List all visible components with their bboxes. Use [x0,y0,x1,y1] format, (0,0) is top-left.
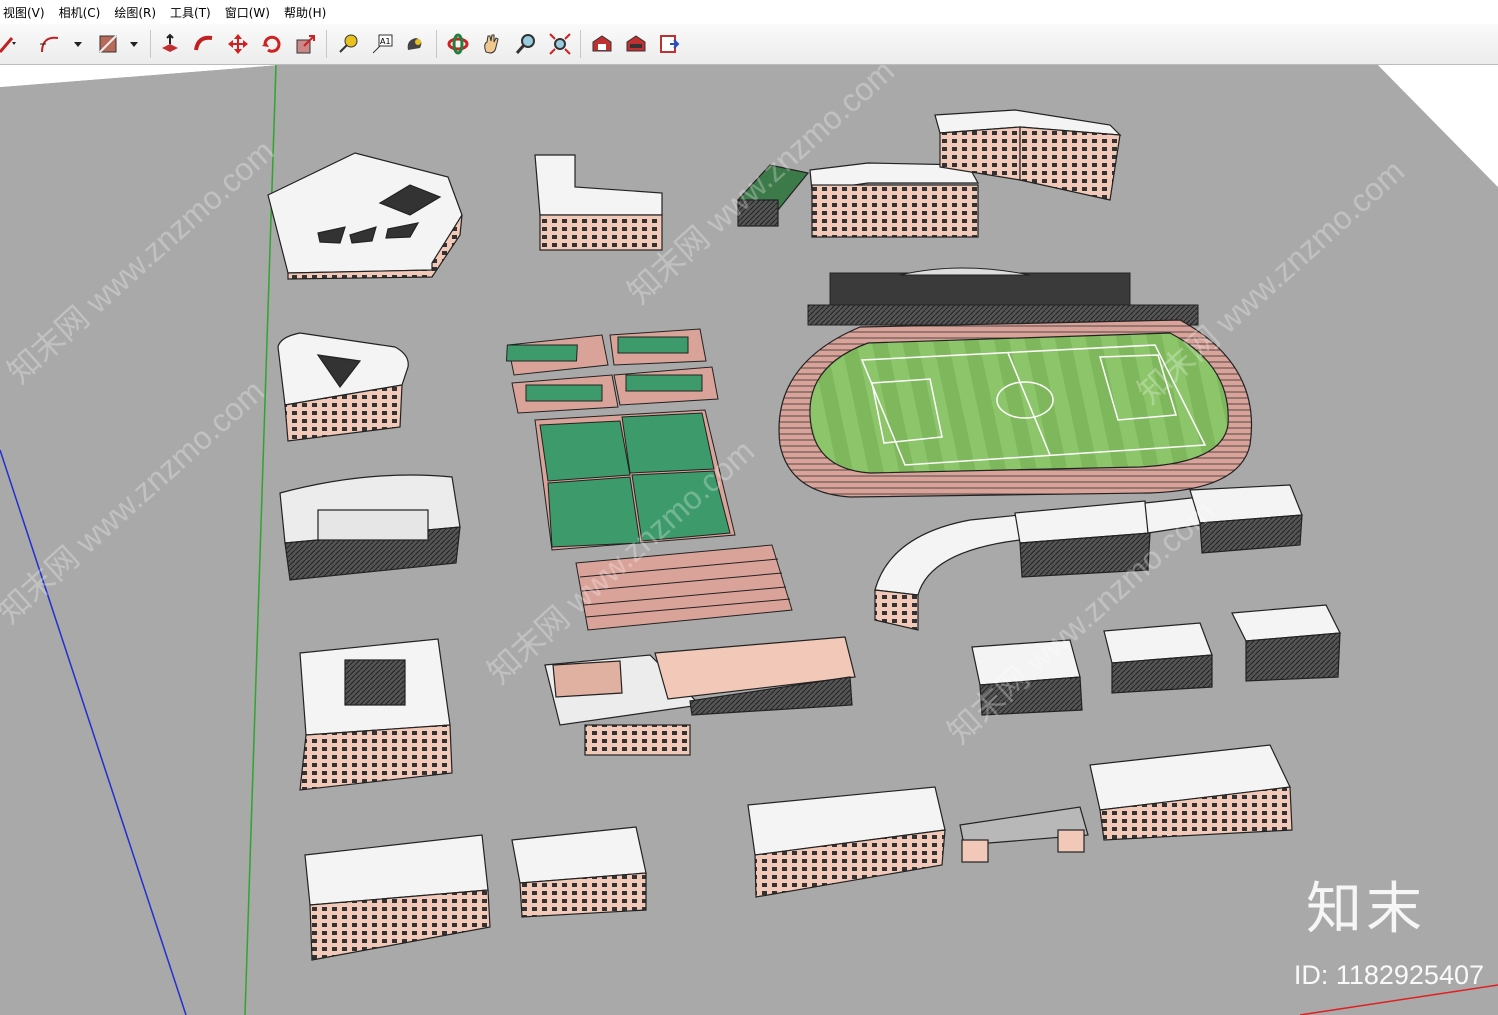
menu-camera[interactable]: 相机(C) [59,4,101,21]
paint-bucket-icon[interactable] [94,30,122,58]
scene-canvas: 知末网 www.znzmo.com 知末网 www.znzmo.com 知末网 … [0,65,1498,1015]
auditorium-building [279,474,461,581]
toolbar: A1 [0,24,1498,65]
zoom-extents-icon[interactable] [546,30,574,58]
menu-draw[interactable]: 绘图(R) [114,4,156,21]
tape-measure-icon[interactable] [334,30,362,58]
warehouse-icon[interactable] [588,30,616,58]
rotate-icon[interactable] [258,30,286,58]
push-pull-icon[interactable] [156,30,184,58]
extension-icon[interactable] [622,30,650,58]
scale-icon[interactable] [292,30,320,58]
menu-bar: 视图(V) 相机(C) 绘图(R) 工具(T) 窗口(W) 帮助(H) [0,0,1498,24]
watermark-id: ID: 1182925407 [1293,960,1484,990]
arc-dropdown-icon[interactable] [64,30,92,58]
square-courtyard-building [299,638,453,791]
watermark-logo: 知末 [1306,877,1426,942]
paint-icon[interactable] [400,30,428,58]
menu-window[interactable]: 窗口(W) [225,4,270,21]
text-tool-label: A1 [380,37,391,46]
arc-tool-icon[interactable] [36,30,64,58]
pan-icon[interactable] [478,30,506,58]
follow-me-icon[interactable] [190,30,218,58]
triangle-courtyard-building [277,332,409,442]
menu-view[interactable]: 视图(V) [3,4,45,21]
model-viewport[interactable]: 知末网 www.znzmo.com 知末网 www.znzmo.com 知末网 … [0,65,1498,1015]
menu-tools[interactable]: 工具(T) [170,4,211,21]
zoom-icon[interactable] [512,30,540,58]
export-icon[interactable] [656,30,684,58]
menu-help[interactable]: 帮助(H) [284,4,326,21]
shape-dropdown-icon[interactable] [120,30,148,58]
text-label-icon[interactable]: A1 [368,30,396,58]
move-icon[interactable] [224,30,252,58]
pencil-dropdown-icon[interactable] [0,30,22,58]
orbit-icon[interactable] [444,30,472,58]
